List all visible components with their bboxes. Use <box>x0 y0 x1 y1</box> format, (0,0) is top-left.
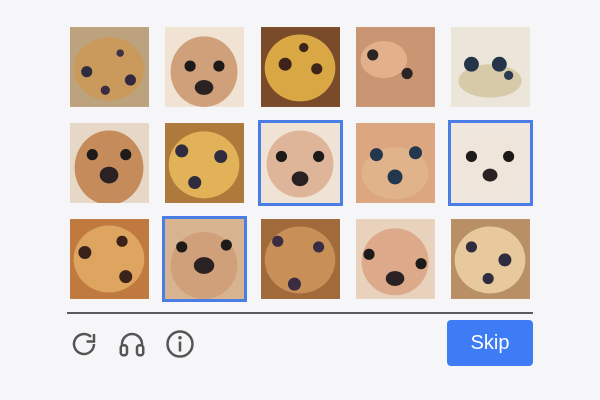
captcha-tile-1[interactable] <box>67 24 152 110</box>
reload-button[interactable] <box>67 326 101 362</box>
chihuahua-image <box>260 123 340 203</box>
muffin-image <box>355 123 435 203</box>
chihuahua-image <box>451 123 530 203</box>
audio-button[interactable] <box>115 326 149 362</box>
captcha-tile-7[interactable] <box>162 120 247 206</box>
captcha-tile-5[interactable] <box>448 24 533 110</box>
chihuahua-image <box>355 27 435 107</box>
info-button[interactable] <box>163 326 197 362</box>
captcha-tile-13[interactable] <box>258 216 343 302</box>
captcha-tile-3[interactable] <box>258 24 343 110</box>
captcha-tile-6[interactable] <box>67 120 152 206</box>
chihuahua-image <box>165 27 245 107</box>
captcha-tile-14[interactable] <box>353 216 438 302</box>
muffin-image <box>70 27 149 107</box>
muffin-image <box>70 219 149 299</box>
captcha-tile-10[interactable] <box>448 120 533 206</box>
chihuahua-image <box>70 123 149 203</box>
muffin-image <box>260 219 340 299</box>
chihuahua-image <box>165 219 245 299</box>
divider <box>67 312 533 314</box>
captcha-tile-4[interactable] <box>353 24 438 110</box>
captcha-tile-11[interactable] <box>67 216 152 302</box>
captcha-tile-8[interactable] <box>257 120 343 206</box>
muffin-image <box>165 123 245 203</box>
chihuahua-image <box>355 219 435 299</box>
captcha-tile-9[interactable] <box>353 120 438 206</box>
headphones-icon <box>119 332 145 357</box>
captcha-tile-2[interactable] <box>162 24 247 110</box>
skip-button[interactable]: Skip <box>447 320 533 366</box>
captcha-image-grid <box>67 24 533 302</box>
captcha-tile-15[interactable] <box>448 216 533 302</box>
reload-icon <box>72 332 96 356</box>
muffin-image <box>451 219 530 299</box>
info-icon <box>166 330 194 358</box>
muffin-image <box>451 27 530 107</box>
captcha-controls <box>67 326 197 362</box>
muffin-image <box>260 27 340 107</box>
captcha-tile-12[interactable] <box>162 216 248 302</box>
